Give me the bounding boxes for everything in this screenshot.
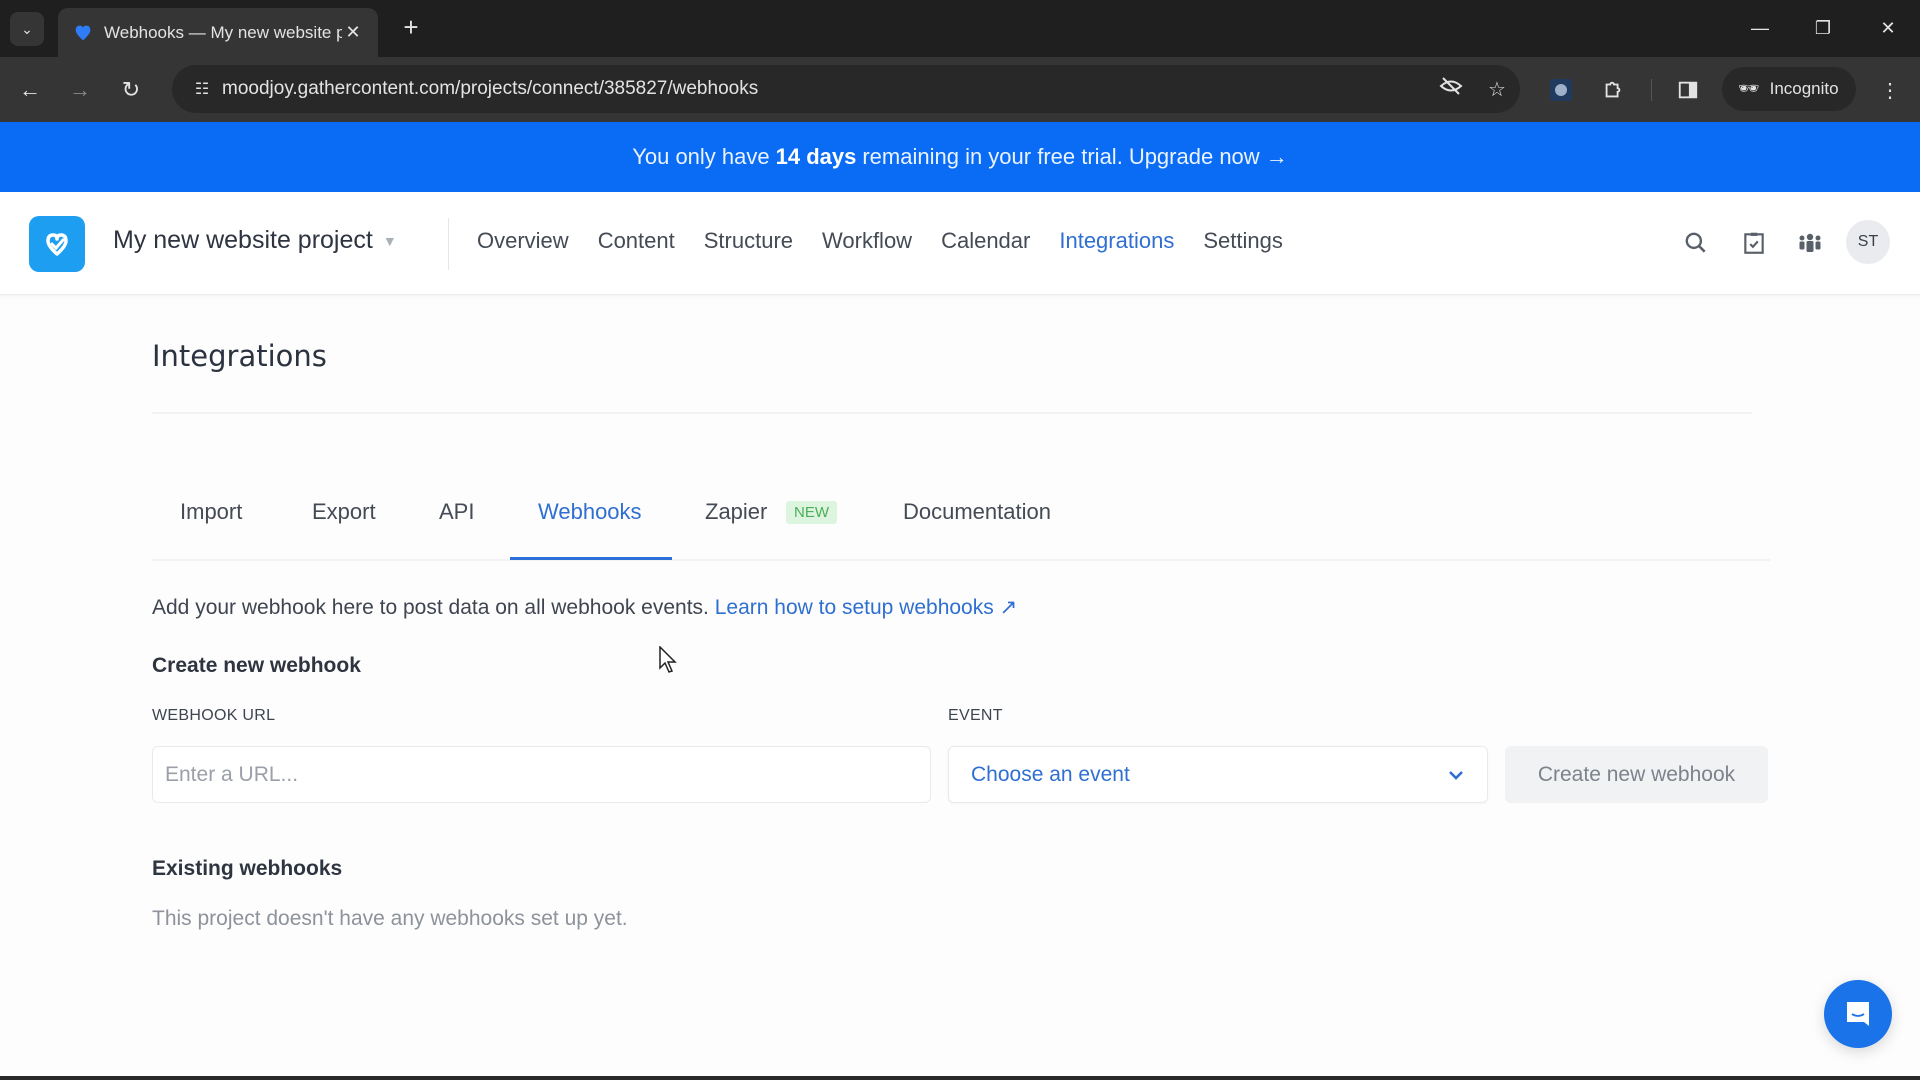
chat-launcher-button[interactable] — [1824, 980, 1892, 1048]
restore-icon[interactable]: ❐ — [1803, 12, 1843, 44]
star-icon[interactable]: ☆ — [1474, 77, 1520, 102]
extensions-puzzle-icon[interactable] — [1597, 74, 1629, 106]
extension-avatar-icon[interactable] — [1545, 74, 1577, 106]
banner-prefix: You only have — [632, 144, 770, 169]
nav-content[interactable]: Content — [598, 228, 675, 254]
existing-webhooks-heading: Existing webhooks — [152, 857, 343, 880]
create-webhook-heading: Create new webhook — [152, 654, 361, 677]
toolbar-divider — [1651, 79, 1652, 101]
browser-tab[interactable]: Webhooks — My new website project ✕ — [58, 8, 378, 57]
nav-overview[interactable]: Overview — [477, 228, 569, 254]
address-bar[interactable]: ☷ moodjoy.gathercontent.com/projects/con… — [172, 65, 1520, 113]
project-name: My new website project — [113, 226, 373, 254]
webhook-description: Add your webhook here to post data on al… — [152, 595, 1017, 620]
search-icon[interactable] — [1677, 224, 1715, 262]
minimize-icon[interactable]: — — [1740, 12, 1780, 44]
event-select-value: Choose an event — [971, 762, 1130, 786]
banner-days: 14 days — [775, 144, 857, 169]
active-tab-indicator — [510, 557, 672, 560]
eye-slash-icon[interactable] — [1428, 74, 1474, 104]
incognito-indicator[interactable]: 🕶 Incognito — [1722, 67, 1856, 111]
nav-integrations[interactable]: Integrations — [1059, 228, 1174, 254]
caret-down-icon: ▼ — [382, 232, 397, 249]
nav-workflow[interactable]: Workflow — [822, 228, 912, 254]
event-label: EVENT — [948, 707, 1003, 724]
trial-banner[interactable]: You only have 14 days remaining in your … — [0, 122, 1920, 192]
reload-icon[interactable]: ↻ — [114, 73, 148, 107]
nav-settings[interactable]: Settings — [1203, 228, 1283, 254]
incognito-label: Incognito — [1769, 79, 1839, 98]
integrations-tabs: Import Export API Webhooks Zapier NEW Do… — [152, 495, 1770, 561]
menu-kebab-icon[interactable]: ⋮ — [1874, 74, 1906, 106]
banner-suffix: remaining in your free trial. — [862, 144, 1123, 169]
side-panel-icon[interactable] — [1672, 74, 1704, 106]
header-divider — [448, 218, 449, 270]
forward-icon[interactable]: → — [63, 73, 97, 107]
title-divider — [152, 412, 1752, 414]
description-text: Add your webhook here to post data on al… — [152, 596, 709, 619]
new-tab-icon[interactable]: + — [396, 12, 426, 42]
close-tab-icon[interactable]: ✕ — [342, 22, 364, 43]
close-window-icon[interactable]: ✕ — [1868, 12, 1908, 44]
chat-bubble-icon — [1847, 1002, 1869, 1026]
site-settings-icon[interactable]: ☷ — [182, 79, 222, 99]
tab-webhooks[interactable]: Webhooks — [538, 499, 642, 525]
gathercontent-favicon-icon — [75, 25, 91, 40]
user-avatar[interactable]: ST — [1846, 220, 1890, 264]
back-icon[interactable]: ← — [13, 73, 47, 107]
mouse-cursor-icon — [659, 646, 677, 673]
project-switcher[interactable]: My new website project ▼ — [113, 226, 397, 255]
webhook-url-input[interactable] — [152, 746, 931, 803]
tasks-clipboard-icon[interactable] — [1735, 224, 1773, 262]
gathercontent-logo-icon[interactable] — [29, 216, 85, 272]
tab-zapier[interactable]: Zapier — [705, 499, 767, 525]
tab-api[interactable]: API — [439, 499, 474, 525]
chevron-down-icon — [1449, 770, 1463, 780]
page-title: Integrations — [152, 339, 327, 373]
incognito-icon: 🕶 — [1738, 79, 1760, 98]
upgrade-link[interactable]: Upgrade now → — [1129, 144, 1288, 170]
tab-export[interactable]: Export — [312, 499, 376, 525]
browser-toolbar: ← → ↻ ☷ moodjoy.gathercontent.com/projec… — [0, 57, 1920, 122]
url-text[interactable]: moodjoy.gathercontent.com/projects/conne… — [222, 78, 1428, 100]
tab-documentation[interactable]: Documentation — [903, 499, 1051, 525]
empty-webhooks-message: This project doesn't have any webhooks s… — [152, 907, 628, 930]
webhook-url-label: WEBHOOK URL — [152, 707, 276, 724]
create-webhook-button[interactable]: Create new webhook — [1505, 746, 1768, 803]
tab-title: Webhooks — My new website project — [104, 22, 342, 42]
app-header: My new website project ▼ Overview Conten… — [0, 192, 1920, 295]
nav-calendar[interactable]: Calendar — [941, 228, 1030, 254]
event-select[interactable]: Choose an event — [948, 746, 1488, 803]
browser-tab-strip: ⌄ Webhooks — My new website project ✕ + … — [0, 0, 1920, 57]
tab-import[interactable]: Import — [180, 499, 242, 525]
new-badge: NEW — [786, 501, 837, 524]
window-bottom-edge — [0, 1076, 1920, 1080]
learn-webhooks-link[interactable]: Learn how to setup webhooks ↗ — [715, 596, 1017, 619]
main-nav: Overview Content Structure Workflow Cale… — [477, 228, 1283, 254]
nav-structure[interactable]: Structure — [704, 228, 793, 254]
tab-search-icon[interactable]: ⌄ — [10, 12, 44, 46]
team-people-icon[interactable] — [1791, 224, 1829, 262]
